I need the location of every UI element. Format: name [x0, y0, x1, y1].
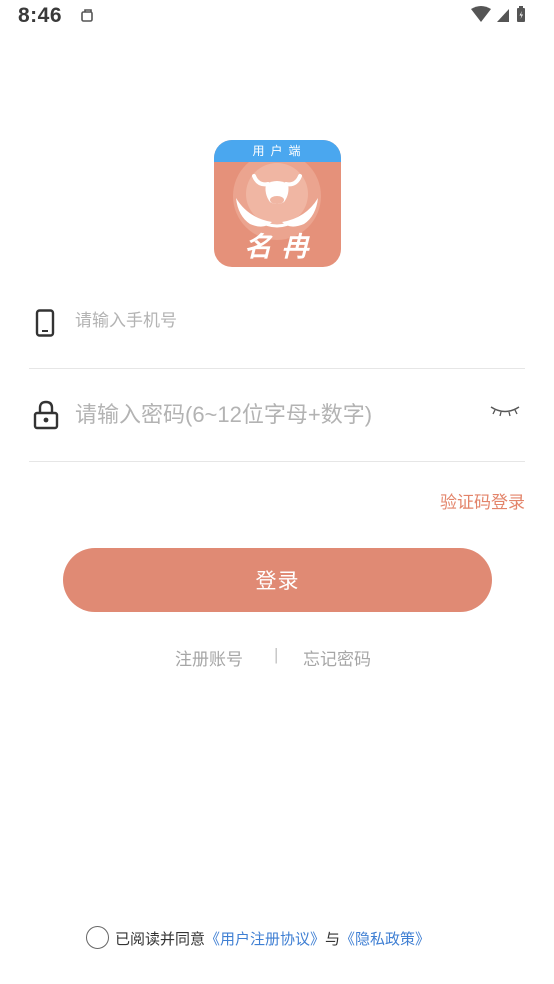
phone-field [29, 290, 525, 369]
login-button[interactable]: 登录 [63, 548, 492, 612]
register-link[interactable]: 注册账号 [175, 645, 243, 670]
notification-icon [81, 9, 93, 22]
eye-closed-icon[interactable] [489, 402, 521, 420]
agreement-text: 已阅读并同意《用户注册协议》与《隐私政策》 [115, 928, 430, 949]
sms-login-link[interactable]: 验证码登录 [440, 488, 525, 513]
password-field [29, 370, 525, 462]
lock-icon [33, 400, 59, 430]
phone-input[interactable] [75, 307, 495, 335]
agreement: 已阅读并同意《用户注册协议》与《隐私政策》 [86, 926, 506, 950]
status-bar: 8:46 [0, 0, 554, 36]
agreement-checkbox[interactable] [86, 926, 109, 949]
status-time: 8:46 [18, 4, 63, 27]
agreement-conjunction: 与 [325, 931, 341, 948]
battery-icon [517, 6, 525, 22]
logo-name: 名冉 [244, 232, 319, 263]
agreement-prefix: 已阅读并同意 [115, 931, 206, 948]
logo-badge: 用户端 [214, 140, 341, 162]
link-divider: | [274, 645, 279, 664]
app-logo: 用户端 名冉 [214, 140, 341, 267]
privacy-policy-link[interactable]: 《隐私政策》 [340, 931, 430, 948]
user-agreement-link[interactable]: 《用户注册协议》 [205, 931, 325, 948]
forgot-password-link[interactable]: 忘记密码 [303, 645, 371, 670]
account-links: 注册账号 | 忘记密码 [0, 645, 554, 671]
wifi-icon [471, 6, 491, 22]
status-icons [471, 6, 525, 22]
password-input[interactable] [75, 398, 475, 432]
phone-icon [35, 309, 55, 337]
signal-icon [497, 9, 509, 22]
